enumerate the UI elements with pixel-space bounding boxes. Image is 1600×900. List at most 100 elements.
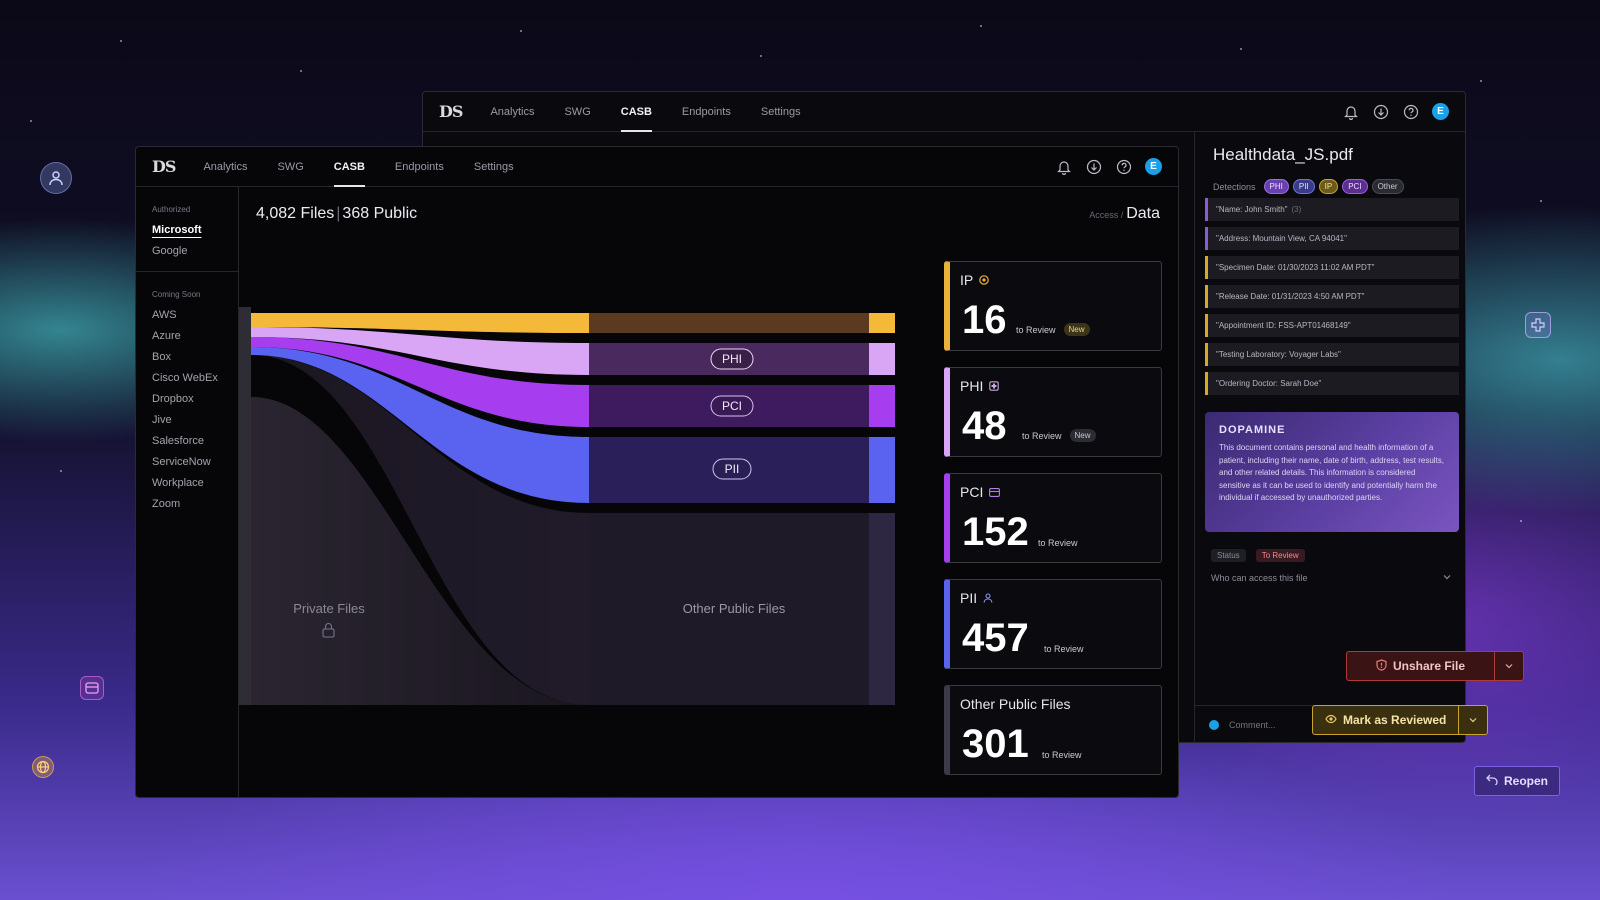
front-window: DS Analytics SWG CASB Endpoints Settings… [135,146,1179,798]
reopen-button[interactable]: Reopen [1474,766,1560,796]
pci-flow-label[interactable]: PCI [710,395,754,417]
tag-pci[interactable]: PCI [1342,179,1368,194]
card-other-public[interactable]: Other Public Files 301 to Review [944,685,1162,775]
card-ip-name: IP [960,272,1161,288]
card-pci-review: to Review [1038,538,1078,548]
sidebar-item-zoom[interactable]: Zoom [152,498,238,510]
unshare-file-button[interactable]: Unshare File [1347,652,1495,680]
unshare-options-dropdown[interactable] [1495,652,1523,680]
card-icon [989,484,1001,500]
sankey-chart: PHI PCI PII Private Files Other Public F… [239,307,895,705]
logo[interactable]: DS [152,157,176,176]
tag-other[interactable]: Other [1371,179,1404,194]
pii-flow-label[interactable]: PII [712,458,752,480]
files-count: 4,082 Files [256,205,335,222]
ip-icon [979,272,990,288]
svg-text:PCI: PCI [722,399,742,413]
sidebar-item-aws[interactable]: AWS [152,309,238,321]
svg-text:PII: PII [725,462,740,476]
help-icon[interactable] [1115,158,1133,176]
card-ip[interactable]: IP 16 to Review New [944,261,1162,351]
avatar[interactable]: E [1145,158,1162,175]
bell-icon[interactable] [1342,103,1360,121]
sidebar-item-google[interactable]: Google [152,245,238,257]
pci-node [869,385,895,427]
access-dropdown[interactable]: Who can access this file [1211,573,1451,583]
detection-item[interactable]: "Address: Mountain View, CA 94041" [1205,227,1459,250]
card-pii-name: PII [960,590,1161,606]
card-other-count: 301 [962,722,1029,766]
sidebar-item-azure[interactable]: Azure [152,330,238,342]
sidebar-item-dropbox[interactable]: Dropbox [152,393,238,405]
back-tab-analytics[interactable]: Analytics [490,92,534,132]
detections-label: Detections [1213,181,1256,192]
tab-swg[interactable]: SWG [277,147,303,187]
status-row: Status To Review [1211,549,1305,562]
sidebar-item-jive[interactable]: Jive [152,414,238,426]
source-node [239,307,251,705]
person-icon [983,590,993,606]
card-other-name: Other Public Files [960,696,1071,712]
back-tab-casb[interactable]: CASB [620,92,653,132]
card-phi[interactable]: PHI 48 to Review New [944,367,1162,457]
tag-pii[interactable]: PII [1292,179,1315,194]
detection-item[interactable]: "Testing Laboratory: Voyager Labs" [1205,343,1459,366]
card-icon[interactable] [80,676,104,700]
page-title: 4,082 Files | 368 Public [256,205,418,222]
unshare-file-button-group: Unshare File [1346,651,1524,681]
review-options-dropdown[interactable] [1459,706,1487,734]
logo[interactable]: DS [439,102,463,121]
private-files-label: Private Files [293,601,365,616]
card-other-review: to Review [1042,750,1082,760]
card-pci-count: 152 [962,510,1029,554]
other-public-label: Other Public Files [683,601,786,616]
breadcrumb: Access / Data [1089,205,1160,223]
help-icon[interactable] [1402,103,1420,121]
tab-analytics[interactable]: Analytics [203,147,247,187]
shield-icon [1376,658,1387,674]
status-badge[interactable]: To Review [1255,549,1305,562]
detection-item[interactable]: "Ordering Doctor: Sarah Doe" [1205,372,1459,395]
sidebar-item-salesforce[interactable]: Salesforce [152,435,238,447]
medical-plus-icon[interactable] [1525,312,1551,338]
mark-as-reviewed-button[interactable]: Mark as Reviewed [1313,706,1460,734]
other-public-node [869,513,895,705]
chevron-down-icon [1443,573,1451,583]
download-icon[interactable] [1085,158,1103,176]
tag-ip[interactable]: IP [1318,179,1339,194]
back-tab-settings[interactable]: Settings [761,92,801,132]
phi-flow-label[interactable]: PHI [710,348,754,370]
sidebar-item-microsoft[interactable]: Microsoft [152,224,238,236]
detection-item[interactable]: "Specimen Date: 01/30/2023 11:02 AM PDT" [1205,256,1459,279]
sidebar-item-cisco-webex[interactable]: Cisco WebEx [152,372,238,384]
detection-item[interactable]: "Release Date: 01/31/2023 4:50 AM PDT" [1205,285,1459,308]
tag-phi[interactable]: PHI [1263,179,1289,194]
ai-brand: DOPAMINE [1219,424,1286,436]
bell-icon[interactable] [1055,158,1073,176]
eye-icon [1325,713,1337,727]
public-count: 368 Public [342,205,418,222]
tab-casb[interactable]: CASB [333,147,366,187]
card-pii[interactable]: PII 457 to Review [944,579,1162,669]
avatar[interactable]: E [1432,103,1449,120]
download-icon[interactable] [1372,103,1390,121]
tab-settings[interactable]: Settings [474,147,514,187]
detections-row: Detections PHI PII IP PCI Other [1213,179,1404,194]
detection-item[interactable]: "Name: John Smith" (3) [1205,198,1459,221]
sidebar-item-workplace[interactable]: Workplace [152,477,238,489]
comment-input[interactable] [1229,719,1309,730]
mark-reviewed-button-group: Mark as Reviewed [1312,705,1489,735]
card-pci[interactable]: PCI 152 to Review [944,473,1162,563]
globe-icon[interactable] [32,756,54,778]
back-tab-endpoints[interactable]: Endpoints [682,92,731,132]
tab-endpoints[interactable]: Endpoints [395,147,444,187]
breadcrumb-parent[interactable]: Access / [1089,210,1123,220]
sidebar: Authorized Microsoft Google Coming Soon … [136,187,239,797]
phi-node [869,343,895,375]
detection-item[interactable]: "Appointment ID: FSS-APT01468149" [1205,314,1459,337]
user-icon[interactable] [40,162,72,194]
sidebar-item-servicenow[interactable]: ServiceNow [152,456,238,468]
sidebar-item-box[interactable]: Box [152,351,238,363]
card-phi-count: 48 [962,404,1007,448]
back-tab-swg[interactable]: SWG [564,92,590,132]
